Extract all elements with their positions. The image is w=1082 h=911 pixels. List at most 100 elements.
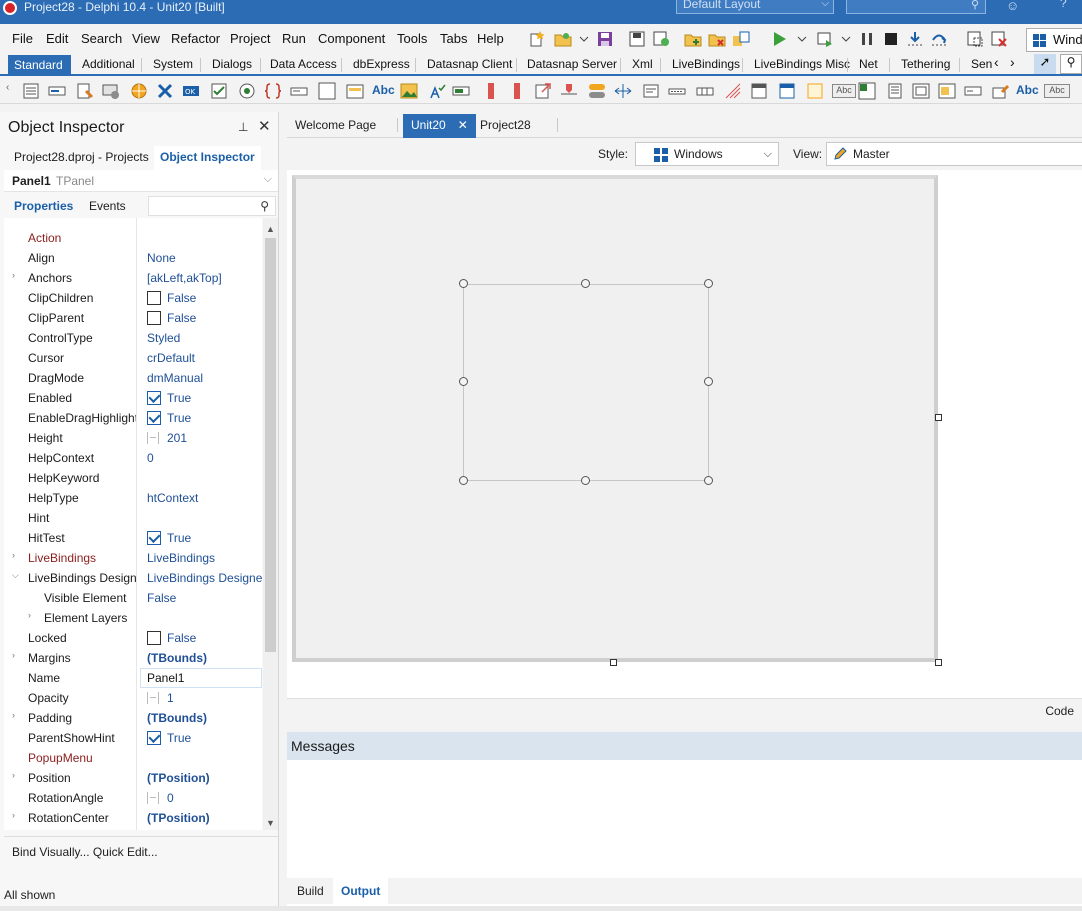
menu-run[interactable]: Run (282, 31, 306, 46)
property-row[interactable]: HelpType htContext (4, 488, 262, 508)
chevron-right-icon[interactable]: › (12, 550, 15, 560)
resize-handle[interactable] (459, 279, 468, 288)
property-value[interactable]: Panel1 (140, 668, 262, 688)
run-icon[interactable] (770, 30, 788, 48)
chevron-down-icon[interactable]: ⌵ (12, 570, 19, 581)
code-button[interactable]: Code (1045, 704, 1074, 718)
run-without-debug-icon[interactable] (816, 30, 834, 48)
stop-icon[interactable] (882, 30, 900, 48)
property-value[interactable]: 201 (167, 431, 262, 445)
property-row[interactable]: EnableDragHighlight True (4, 408, 262, 428)
spin-icon[interactable] (147, 692, 159, 704)
close-icon[interactable]: ✕ (258, 117, 271, 135)
property-value[interactable]: False (167, 291, 262, 305)
resize-handle[interactable] (459, 377, 468, 386)
statusbar-component-icon[interactable] (668, 82, 686, 100)
tab-welcome-page[interactable]: Welcome Page (287, 114, 384, 138)
header-component-icon[interactable] (642, 82, 660, 100)
property-row[interactable]: › LiveBindings LiveBindings (4, 548, 262, 568)
resize-handle[interactable] (581, 279, 590, 288)
property-checkbox[interactable] (147, 311, 161, 325)
property-row[interactable]: Visible Element False (4, 588, 262, 608)
edit-component-icon[interactable] (102, 82, 120, 100)
palette-tab-sen[interactable]: Sen (971, 57, 992, 71)
spin-icon[interactable] (147, 432, 159, 444)
property-row[interactable]: Cursor crDefault (4, 348, 262, 368)
vscrollbar-component-icon[interactable] (508, 82, 526, 100)
tab-output[interactable]: Output (333, 878, 389, 904)
property-row[interactable]: Align None (4, 248, 262, 268)
palette-tab-xml[interactable]: Xml (632, 57, 653, 71)
property-row[interactable]: › Margins (TBounds) (4, 648, 262, 668)
property-row[interactable]: Opacity 1 (4, 688, 262, 708)
property-value[interactable]: None (147, 251, 262, 265)
palette-tab-additional[interactable]: Additional (82, 57, 135, 71)
bind-visually-link[interactable]: Bind Visually... Quick Edit... (12, 845, 158, 859)
resize-handle[interactable] (704, 377, 713, 386)
property-value[interactable]: [akLeft,akTop] (147, 271, 262, 285)
property-value[interactable]: (TPosition) (147, 811, 262, 825)
property-row[interactable]: ControlType Styled (4, 328, 262, 348)
property-row[interactable]: PopupMenu (4, 748, 262, 768)
step-into-icon[interactable] (906, 30, 924, 48)
property-row[interactable]: RotationAngle 0 (4, 788, 262, 808)
checkbox-component-icon[interactable] (210, 82, 228, 100)
property-value[interactable]: False (147, 591, 262, 605)
property-row[interactable]: HelpKeyword (4, 468, 262, 488)
chevron-right-icon[interactable]: › (12, 650, 15, 660)
chevron-right-icon[interactable]: › (12, 770, 15, 780)
palette-tab-livebindings-misc[interactable]: LiveBindings Misc (754, 57, 850, 71)
property-row[interactable]: ClipChildren False (4, 288, 262, 308)
chevron-right-icon[interactable]: › (28, 610, 31, 620)
property-row[interactable]: DragMode dmManual (4, 368, 262, 388)
form-designer-icon[interactable] (966, 30, 984, 48)
groupbox-component-icon[interactable] (346, 82, 364, 100)
tools-component-icon[interactable] (156, 82, 174, 100)
edit-text-component-icon[interactable]: Abc (1044, 84, 1070, 98)
property-row[interactable]: ParentShowHint True (4, 728, 262, 748)
spellcheck-component-icon[interactable] (428, 82, 446, 100)
menu-help[interactable]: Help (477, 31, 504, 46)
property-row[interactable]: Enabled True (4, 388, 262, 408)
property-row[interactable]: ClipParent False (4, 308, 262, 328)
property-value[interactable]: LiveBindings Designer (147, 571, 262, 585)
step-over-icon[interactable] (930, 30, 948, 48)
property-value[interactable]: (TBounds) (147, 651, 262, 665)
radiobutton-component-icon[interactable] (238, 82, 256, 100)
menu-edit[interactable]: Edit (46, 31, 68, 46)
property-row[interactable]: › Padding (TBounds) (4, 708, 262, 728)
imagecontrol-component-icon[interactable] (938, 82, 956, 100)
resize-handle[interactable] (704, 279, 713, 288)
pencil-component-icon[interactable] (992, 82, 1010, 100)
property-checkbox[interactable] (147, 411, 161, 425)
menu-tools[interactable]: Tools (397, 31, 427, 46)
page-component-icon[interactable] (886, 82, 904, 100)
frame-component-icon[interactable] (912, 82, 930, 100)
palette-tab-tethering[interactable]: Tethering (901, 57, 950, 71)
property-row[interactable]: › RotationCenter (TPosition) (4, 808, 262, 828)
tab-build[interactable]: Build (289, 878, 332, 904)
property-row[interactable]: Locked False (4, 628, 262, 648)
user-icon[interactable]: ☺ (1006, 0, 1019, 13)
save-icon[interactable] (596, 30, 614, 48)
chevron-right-icon[interactable]: › (12, 270, 15, 280)
tab-project28[interactable]: Project28 (472, 114, 539, 138)
property-value[interactable]: (TPosition) (147, 771, 262, 785)
property-value[interactable]: Styled (147, 331, 262, 345)
label-component-icon[interactable] (76, 82, 94, 100)
property-value[interactable]: 1 (167, 691, 262, 705)
form-resize-handle[interactable] (610, 659, 617, 666)
toggle-form-unit-icon[interactable] (732, 30, 750, 48)
palette-tab-datasnap-server[interactable]: Datasnap Server (527, 57, 617, 71)
tab-events[interactable]: Events (83, 199, 132, 213)
palette-tab-datasnap-client[interactable]: Datasnap Client (427, 57, 512, 71)
property-value[interactable]: False (167, 631, 262, 645)
progressbar-component-icon[interactable] (452, 82, 470, 100)
property-row[interactable]: ›Scale(TPosition) (4, 828, 262, 830)
property-row[interactable]: › Element Layers (4, 608, 262, 628)
scrollbar-thumb[interactable] (265, 238, 276, 652)
combobox-component-icon[interactable] (290, 82, 308, 100)
layout-combo[interactable]: Default Layout ⌵ (676, 0, 834, 14)
property-value[interactable]: LiveBindings (147, 551, 262, 565)
property-filter-input[interactable]: ⚲ (148, 196, 276, 216)
